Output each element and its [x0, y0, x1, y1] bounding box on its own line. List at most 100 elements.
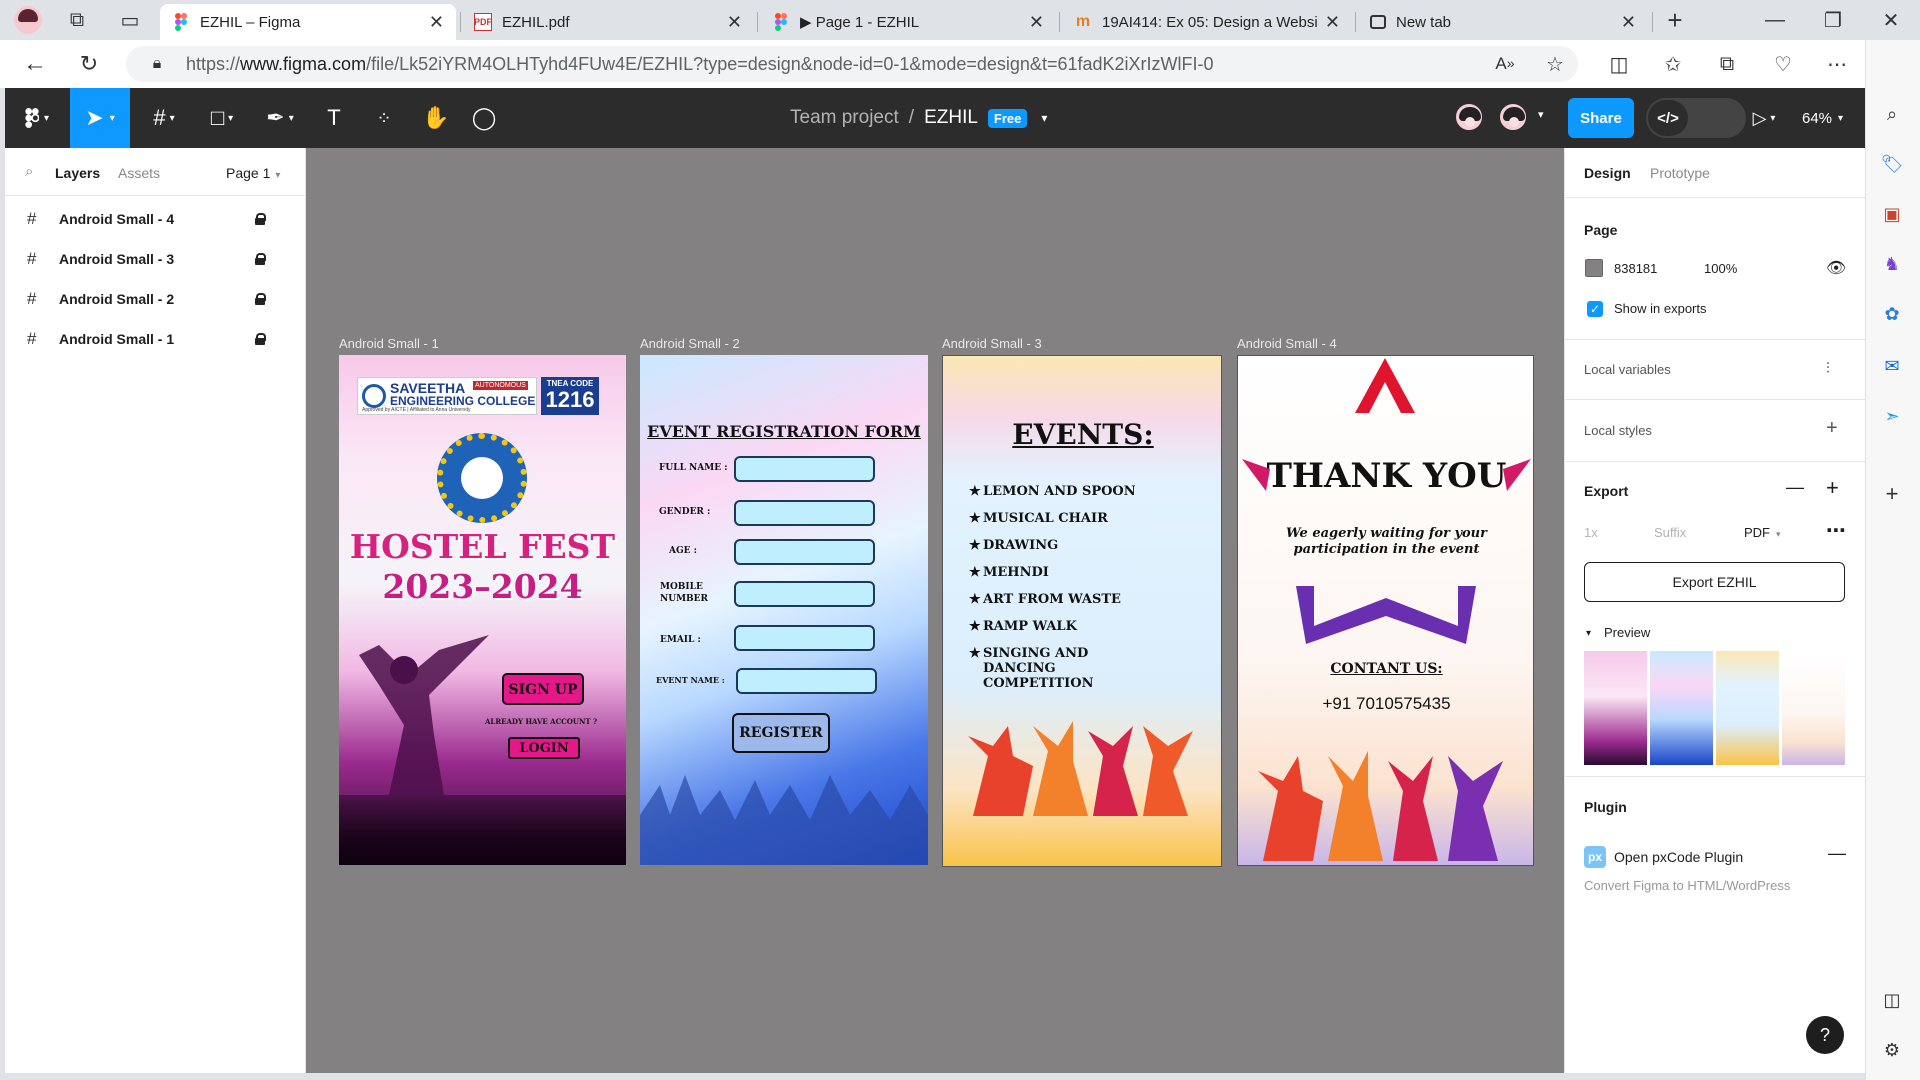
- collections-icon[interactable]: ⧉: [1712, 49, 1742, 79]
- event-name-input[interactable]: [736, 668, 877, 694]
- help-button[interactable]: ?: [1806, 1016, 1844, 1054]
- send-icon[interactable]: ➣: [1878, 402, 1906, 430]
- pen-tool[interactable]: ✒ ▾: [258, 88, 302, 148]
- frame-label-2[interactable]: Android Small - 2: [640, 336, 740, 351]
- preview-label[interactable]: Preview: [1604, 625, 1650, 640]
- tab-prototype[interactable]: Prototype: [1650, 165, 1710, 181]
- project-name[interactable]: Team project: [790, 107, 899, 129]
- plugin-name[interactable]: Open pxCode Plugin: [1614, 849, 1743, 865]
- url-text[interactable]: https://www.figma.com/file/Lk52iYRM4OLHT…: [186, 54, 1214, 75]
- browser-tab-figma[interactable]: EZHIL – Figma ✕: [160, 4, 456, 40]
- frame-android-small-1[interactable]: SAVEETHA AUTONOMOUS ENGINEERING COLLEGE …: [339, 355, 626, 865]
- close-window-icon[interactable]: ✕: [1876, 5, 1906, 35]
- text-tool[interactable]: T: [312, 88, 356, 148]
- variables-icon[interactable]: ⫶: [1826, 360, 1830, 377]
- frame-label-4[interactable]: Android Small - 4: [1237, 336, 1337, 351]
- frame-android-small-2[interactable]: EVENT REGISTRATION FORM FULL NAME : GEND…: [640, 355, 928, 865]
- tab-layers[interactable]: Layers: [55, 165, 100, 181]
- frame-android-small-4[interactable]: THANK YOU We eagerly waiting for your pa…: [1237, 355, 1534, 866]
- browser-tab-page1[interactable]: ▶ Page 1 - EZHIL ✕: [760, 4, 1056, 40]
- tab-assets[interactable]: Assets: [118, 165, 160, 181]
- search-icon[interactable]: ⌕: [25, 163, 33, 180]
- chevron-down-icon[interactable]: ▾: [1538, 108, 1544, 121]
- frame-label-1[interactable]: Android Small - 1: [339, 336, 439, 351]
- page-selector[interactable]: Page 1 ▾: [226, 165, 280, 181]
- frame-label-3[interactable]: Android Small - 3: [942, 336, 1042, 351]
- collaborator-avatar[interactable]: [1454, 102, 1484, 132]
- games-icon[interactable]: ♞: [1878, 250, 1906, 278]
- lock-icon[interactable]: 🔒︎: [142, 49, 172, 79]
- mobile-input[interactable]: [734, 581, 875, 607]
- remove-plugin-icon[interactable]: —: [1828, 843, 1846, 864]
- workspaces-icon[interactable]: ⧉: [62, 5, 92, 35]
- present-button[interactable]: ▷ ▾: [1742, 88, 1786, 148]
- email-input[interactable]: [734, 625, 875, 651]
- local-variables-label[interactable]: Local variables: [1584, 362, 1671, 377]
- page-color-swatch[interactable]: [1585, 259, 1603, 277]
- signup-button[interactable]: SIGN UP: [502, 673, 584, 705]
- sidebar-toggle-icon[interactable]: ◫: [1878, 986, 1906, 1014]
- file-breadcrumb[interactable]: Team project / EZHIL Free ▾: [790, 88, 1047, 148]
- layer-android-small-2[interactable]: # Android Small - 2: [5, 279, 305, 319]
- eye-icon[interactable]: 👁︎: [1826, 258, 1846, 278]
- local-styles-label[interactable]: Local styles: [1584, 423, 1652, 438]
- page-color-value[interactable]: 838181: [1614, 261, 1657, 276]
- chevron-down-icon[interactable]: ▾: [1041, 111, 1047, 125]
- close-tab-icon[interactable]: ✕: [1325, 12, 1340, 33]
- full-name-input[interactable]: [734, 456, 875, 482]
- export-format-select[interactable]: PDF ▾: [1744, 525, 1781, 540]
- browser-tab-pdf[interactable]: PDF EZHIL.pdf ✕: [462, 4, 754, 40]
- lock-icon[interactable]: [255, 333, 266, 345]
- add-style-icon[interactable]: +: [1826, 417, 1838, 440]
- tab-design[interactable]: Design: [1584, 165, 1631, 181]
- favorite-star-icon[interactable]: ☆: [1540, 49, 1570, 79]
- add-export-icon[interactable]: +: [1826, 475, 1839, 501]
- page-opacity-value[interactable]: 100%: [1704, 261, 1737, 276]
- hand-tool[interactable]: ✋: [414, 88, 458, 148]
- close-tab-icon[interactable]: ✕: [1621, 12, 1636, 33]
- layer-android-small-3[interactable]: # Android Small - 3: [5, 239, 305, 279]
- tab-actions-icon[interactable]: ▭: [115, 5, 145, 35]
- share-button[interactable]: Share: [1568, 98, 1634, 138]
- frame-tool[interactable]: # ▾: [142, 88, 186, 148]
- minimize-icon[interactable]: —: [1760, 5, 1790, 35]
- user-avatar[interactable]: [1498, 102, 1528, 132]
- profile-avatar[interactable]: [14, 6, 42, 34]
- comment-tool[interactable]: ◯: [462, 88, 506, 148]
- export-scale[interactable]: 1x: [1584, 525, 1598, 540]
- copilot-sidebar-icon[interactable]: ✿: [1878, 300, 1906, 328]
- split-screen-icon[interactable]: ◫: [1604, 49, 1634, 79]
- tools-icon[interactable]: ▣: [1878, 200, 1906, 228]
- age-input[interactable]: [734, 539, 875, 565]
- browser-tab-newtab[interactable]: New tab ✕: [1358, 4, 1648, 40]
- refresh-icon[interactable]: ↻: [74, 49, 104, 79]
- rectangle-tool[interactable]: □ ▾: [200, 88, 244, 148]
- dev-mode-icon[interactable]: </>: [1648, 100, 1688, 136]
- move-tool[interactable]: ➤ ▾: [70, 88, 130, 148]
- export-options-icon[interactable]: ⋯: [1826, 518, 1846, 543]
- frame-android-small-3[interactable]: EVENTS: ★ LEMON AND SPOON ★ MUSICAL CHAIR …: [942, 355, 1222, 867]
- show-in-exports-checkbox[interactable]: ✓: [1587, 301, 1603, 317]
- export-button[interactable]: Export EZHIL: [1584, 562, 1845, 602]
- shopping-tag-icon[interactable]: 🏷︎: [1878, 150, 1906, 178]
- browser-essentials-icon[interactable]: ♡: [1768, 49, 1798, 79]
- lock-icon[interactable]: [255, 213, 266, 225]
- lock-icon[interactable]: [255, 293, 266, 305]
- browser-tab-moodle[interactable]: m 19AI414: Ex 05: Design a Website ✕: [1062, 4, 1352, 40]
- search-icon[interactable]: ⌕: [1878, 100, 1906, 128]
- back-icon[interactable]: ←: [20, 49, 50, 79]
- add-sidebar-icon[interactable]: +: [1878, 480, 1906, 508]
- zoom-menu[interactable]: 64% ▾: [1802, 88, 1843, 148]
- maximize-icon[interactable]: ❐: [1818, 5, 1848, 35]
- outlook-icon[interactable]: ✉: [1878, 352, 1906, 380]
- file-name[interactable]: EZHIL: [924, 107, 978, 129]
- close-tab-icon[interactable]: ✕: [727, 12, 742, 33]
- close-tab-icon[interactable]: ✕: [1029, 12, 1044, 33]
- layer-android-small-4[interactable]: # Android Small - 4: [5, 199, 305, 239]
- chevron-down-icon[interactable]: ▾: [1586, 628, 1591, 639]
- resources-tool[interactable]: ⁘: [362, 88, 406, 148]
- layer-android-small-1[interactable]: # Android Small - 1: [5, 319, 305, 359]
- export-suffix-input[interactable]: Suffix: [1654, 525, 1686, 540]
- read-aloud-icon[interactable]: A»: [1490, 49, 1520, 79]
- main-menu-button[interactable]: ▾: [15, 88, 59, 148]
